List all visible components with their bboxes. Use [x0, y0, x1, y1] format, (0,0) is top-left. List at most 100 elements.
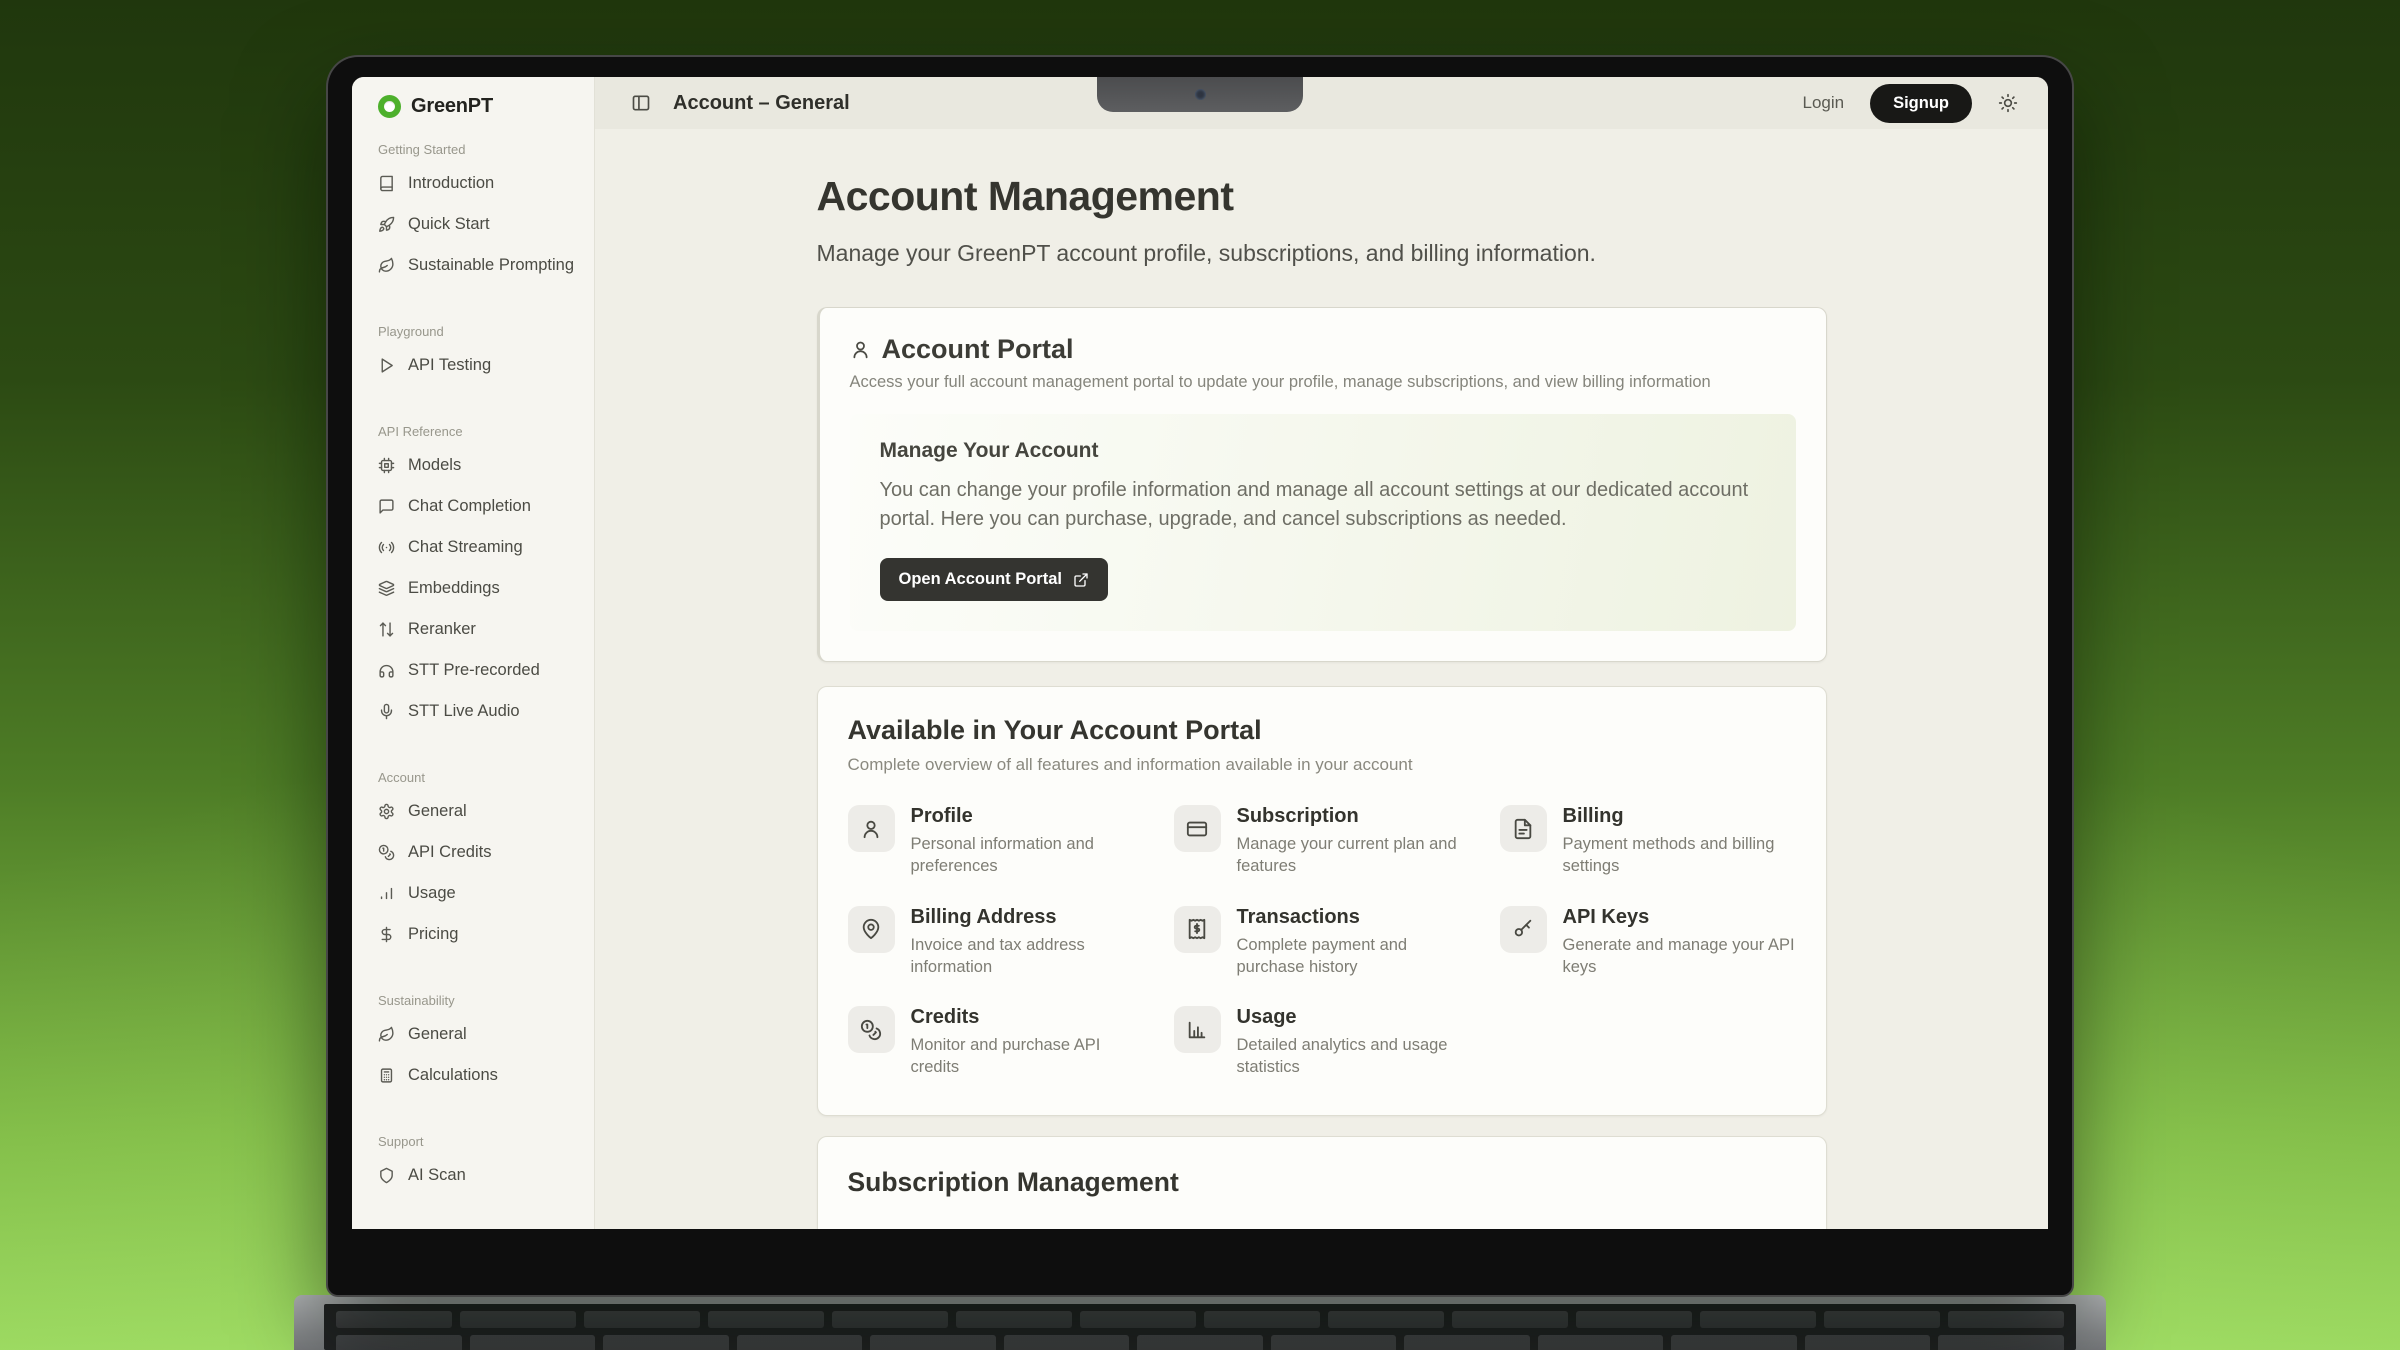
login-link[interactable]: Login: [1802, 93, 1844, 113]
scene: GreenPT Getting Started Introduction Qu: [0, 0, 2400, 1350]
keyboard-key: [336, 1335, 462, 1350]
feature-api-keys: API Keys Generate and manage your API ke…: [1500, 906, 1796, 979]
sidebar-item-account-general[interactable]: General: [378, 791, 580, 832]
credit-card-icon: [1186, 818, 1208, 840]
sidebar-item-chat-streaming[interactable]: Chat Streaming: [378, 527, 580, 568]
app-window: GreenPT Getting Started Introduction Qu: [352, 77, 2048, 1229]
sidebar-item-label: Pricing: [408, 925, 458, 944]
leaf-icon: [378, 1026, 395, 1043]
nav-section-sustainability: Sustainability General Calculations: [378, 993, 580, 1096]
feature-subscription: Subscription Manage your current plan an…: [1174, 805, 1470, 878]
page-title: Account Management: [817, 173, 1827, 220]
open-account-portal-label: Open Account Portal: [899, 570, 1063, 589]
external-link-icon: [1073, 572, 1089, 588]
sidebar-item-usage[interactable]: Usage: [378, 873, 580, 914]
brand-logo[interactable]: GreenPT: [378, 95, 580, 118]
sidebar-item-calculations[interactable]: Calculations: [378, 1055, 580, 1096]
brand-name: GreenPT: [411, 95, 493, 118]
sidebar-item-label: Calculations: [408, 1066, 498, 1085]
sidebar-item-sustainable-prompting[interactable]: Sustainable Prompting: [378, 245, 580, 286]
nav-section-label: Sustainability: [378, 993, 580, 1008]
radio-waves-icon: [378, 539, 395, 556]
nav-section-api-reference: API Reference Models Chat Completion: [378, 424, 580, 732]
sidebar-item-pricing[interactable]: Pricing: [378, 914, 580, 955]
sidebar-item-label: STT Pre-recorded: [408, 661, 540, 680]
book-icon: [378, 175, 395, 192]
signup-button[interactable]: Signup: [1870, 84, 1972, 123]
nav-section-label: Playground: [378, 324, 580, 339]
nav-section-label: Support: [378, 1134, 580, 1149]
sidebar-item-sustainability-general[interactable]: General: [378, 1014, 580, 1055]
play-icon: [378, 357, 395, 374]
map-pin-icon: [860, 918, 882, 940]
sidebar-item-label: Embeddings: [408, 579, 500, 598]
feature-description: Complete payment and purchase history: [1237, 934, 1470, 979]
calculator-icon: [378, 1067, 395, 1084]
feature-title: Credits: [911, 1006, 1144, 1029]
sidebar-item-models[interactable]: Models: [378, 445, 580, 486]
bars-icon: [378, 885, 395, 902]
sidebar-item-label: Introduction: [408, 174, 494, 193]
sidebar-item-label: Quick Start: [408, 215, 490, 234]
sidebar-item-stt-pre-recorded[interactable]: STT Pre-recorded: [378, 650, 580, 691]
feature-title: Usage: [1237, 1006, 1470, 1029]
sidebar-item-api-testing[interactable]: API Testing: [378, 345, 580, 386]
nav-section-account: Account General API Credits: [378, 770, 580, 955]
main-content: Account Management Manage your GreenPT a…: [595, 129, 2048, 1229]
file-text-icon: [1512, 818, 1534, 840]
sidebar-item-introduction[interactable]: Introduction: [378, 163, 580, 204]
features-card-title: Available in Your Account Portal: [848, 715, 1796, 746]
feature-description: Invoice and tax address information: [911, 934, 1144, 979]
sidebar-item-stt-live-audio[interactable]: STT Live Audio: [378, 691, 580, 732]
feature-title: Subscription: [1237, 805, 1470, 828]
card-description: Access your full account management port…: [850, 373, 1796, 392]
sidebar-item-ai-scan[interactable]: AI Scan: [378, 1155, 580, 1196]
sidebar-item-label: General: [408, 802, 467, 821]
feature-usage: Usage Detailed analytics and usage stati…: [1174, 1006, 1470, 1079]
laptop-base: [294, 1295, 2106, 1350]
feature-description: Manage your current plan and features: [1237, 833, 1470, 878]
sidebar-item-label: General: [408, 1025, 467, 1044]
account-portal-card-header: Account Portal: [850, 334, 1796, 365]
subscription-management-card: Subscription Management: [817, 1136, 1827, 1229]
sidebar-item-chat-completion[interactable]: Chat Completion: [378, 486, 580, 527]
feature-profile: Profile Personal information and prefere…: [848, 805, 1144, 878]
sidebar-item-quick-start[interactable]: Quick Start: [378, 204, 580, 245]
features-grid: Profile Personal information and prefere…: [848, 805, 1796, 1079]
feature-title: Billing Address: [911, 906, 1144, 929]
sidebar-item-label: API Credits: [408, 843, 491, 862]
feature-transactions: Transactions Complete payment and purcha…: [1174, 906, 1470, 979]
theme-toggle-button[interactable]: [1998, 93, 2018, 113]
nav-section-label: Account: [378, 770, 580, 785]
dollar-icon: [378, 926, 395, 943]
rocket-icon: [378, 216, 395, 233]
feature-description: Payment methods and billing settings: [1563, 833, 1796, 878]
sidebar-item-label: Sustainable Prompting: [408, 256, 574, 275]
sidebar-item-embeddings[interactable]: Embeddings: [378, 568, 580, 609]
shield-icon: [378, 1167, 395, 1184]
feature-credits: Credits Monitor and purchase API credits: [848, 1006, 1144, 1079]
nav-section-support: Support AI Scan: [378, 1134, 580, 1196]
feature-title: Billing: [1563, 805, 1796, 828]
webcam-icon: [1195, 89, 1206, 100]
sidebar-toggle-button[interactable]: [631, 93, 651, 113]
sidebar-item-reranker[interactable]: Reranker: [378, 609, 580, 650]
leaf-icon: [378, 257, 395, 274]
panel-left-icon: [631, 93, 651, 113]
topbar: Account – General Login Signup: [595, 77, 2048, 129]
keyboard-row: [336, 1311, 2064, 1328]
sidebar-item-label: Models: [408, 456, 461, 475]
manage-account-panel: Manage Your Account You can change your …: [850, 414, 1796, 631]
coins-icon: [860, 1019, 882, 1041]
laptop-notch: [1097, 77, 1303, 112]
features-card: Available in Your Account Portal Complet…: [817, 686, 1827, 1116]
feature-billing-address: Billing Address Invoice and tax address …: [848, 906, 1144, 979]
microphone-icon: [378, 703, 395, 720]
headphones-icon: [378, 662, 395, 679]
features-card-subtitle: Complete overview of all features and in…: [848, 755, 1796, 775]
sun-icon: [1998, 93, 2018, 113]
open-account-portal-button[interactable]: Open Account Portal: [880, 558, 1109, 601]
nav-section-label: API Reference: [378, 424, 580, 439]
sidebar-item-label: Chat Completion: [408, 497, 531, 516]
sidebar-item-api-credits[interactable]: API Credits: [378, 832, 580, 873]
